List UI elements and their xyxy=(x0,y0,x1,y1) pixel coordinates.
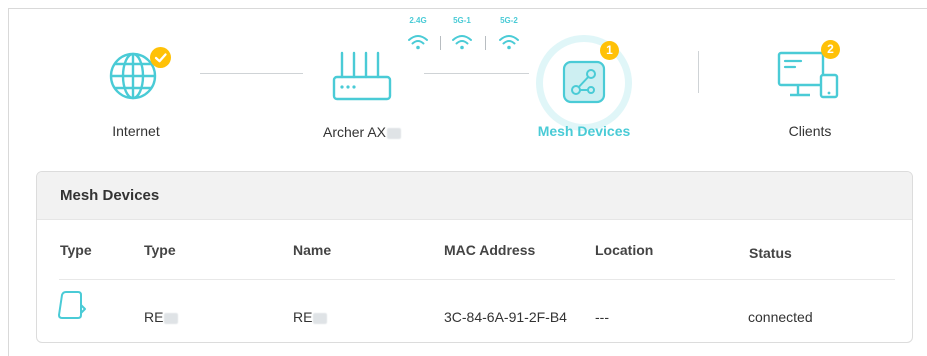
band-separator xyxy=(485,36,486,50)
row-type: RE xyxy=(144,309,179,325)
router-icon xyxy=(332,51,392,101)
clients-node[interactable]: 2 Clients xyxy=(776,40,842,139)
connected-check-badge xyxy=(150,47,171,68)
row-status: connected xyxy=(748,309,813,325)
column-header-type-icon: Type xyxy=(60,242,92,258)
model-redacted xyxy=(164,312,179,324)
column-header-type: Type xyxy=(144,242,176,258)
network-topology: Internet Archer AX 2.4G 5G-1 5G-2 1 Mesh… xyxy=(0,0,927,170)
wifi-5g-2-icon[interactable] xyxy=(498,34,520,50)
wifi-5g-1-icon[interactable] xyxy=(451,34,473,50)
model-redacted xyxy=(387,127,402,139)
mesh-devices-panel: Mesh Devices Type Type Name MAC Address … xyxy=(36,171,913,343)
wifi-2-4g-icon[interactable] xyxy=(407,34,429,50)
band-separator xyxy=(440,36,441,50)
clients-label: Clients xyxy=(788,123,832,139)
range-extender-icon xyxy=(58,291,86,319)
column-header-name: Name xyxy=(293,242,332,258)
internet-router-link xyxy=(200,73,303,74)
name-redacted xyxy=(313,312,328,324)
clients-count-badge: 2 xyxy=(821,40,840,59)
mesh-devices-node[interactable]: 1 Mesh Devices xyxy=(536,35,632,139)
row-name: RE xyxy=(293,309,328,325)
check-icon xyxy=(154,53,167,63)
column-header-location: Location xyxy=(595,242,654,258)
row-separator xyxy=(59,279,895,280)
internet-node[interactable]: Internet xyxy=(105,47,171,139)
band-label-5g-2: 5G-2 xyxy=(500,16,518,25)
router-mesh-link xyxy=(424,73,529,74)
router-label: Archer AX xyxy=(302,124,422,140)
column-header-mac: MAC Address xyxy=(444,242,536,258)
row-location: --- xyxy=(595,309,609,325)
internet-label: Internet xyxy=(112,123,160,139)
row-mac: 3C-84-6A-91-2F-B4 xyxy=(444,309,567,325)
band-label-2-4g: 2.4G xyxy=(409,16,427,25)
router-node[interactable]: Archer AX xyxy=(323,49,402,140)
mesh-network-icon xyxy=(562,60,606,104)
column-header-status: Status xyxy=(749,245,792,261)
mesh-clients-divider xyxy=(698,51,699,93)
panel-title: Mesh Devices xyxy=(37,172,912,220)
band-label-5g-1: 5G-1 xyxy=(453,16,471,25)
mesh-count-badge: 1 xyxy=(600,41,619,60)
mesh-devices-label: Mesh Devices xyxy=(537,123,631,139)
